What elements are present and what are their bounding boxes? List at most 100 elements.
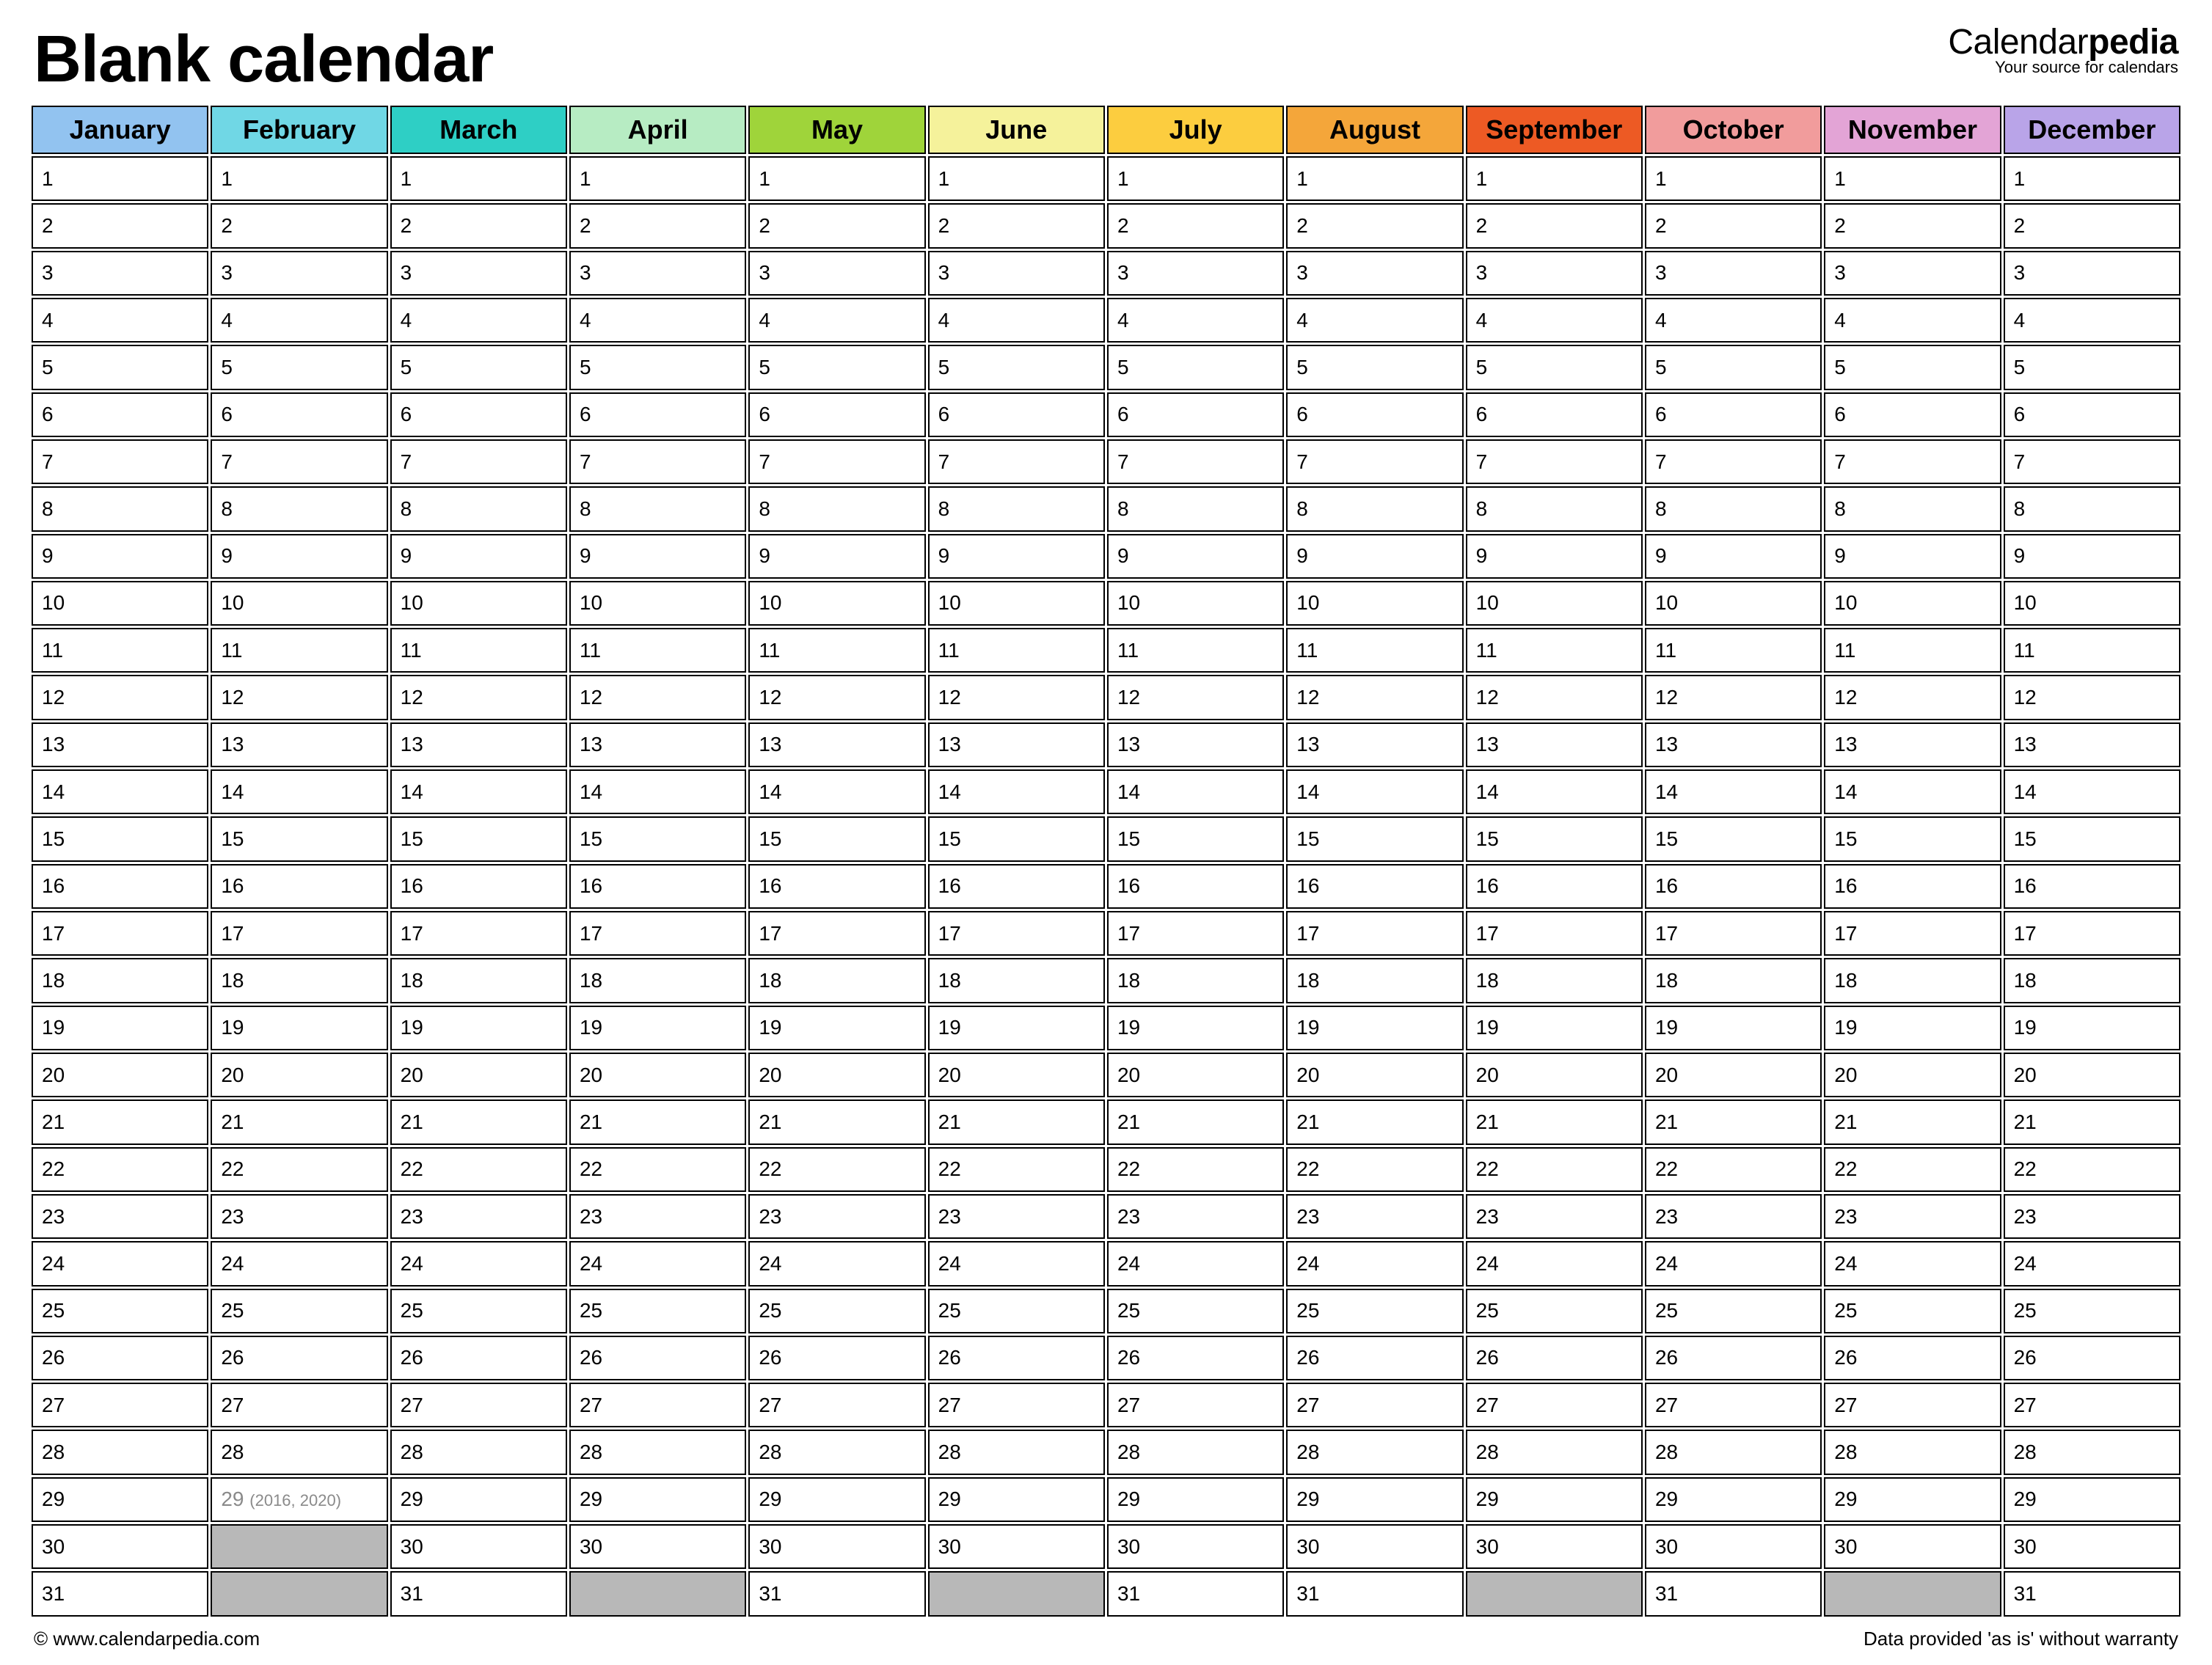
day-cell: 14 bbox=[2004, 769, 2180, 814]
day-cell: 12 bbox=[1466, 675, 1643, 720]
day-row: 222222222222 bbox=[32, 203, 2180, 248]
day-row: 272727272727272727272727 bbox=[32, 1383, 2180, 1427]
day-cell: 20 bbox=[1824, 1053, 2001, 1097]
month-header-july: July bbox=[1107, 106, 1284, 154]
day-cell: 17 bbox=[1824, 911, 2001, 956]
day-cell: 23 bbox=[2004, 1194, 2180, 1239]
day-cell: 16 bbox=[2004, 864, 2180, 909]
day-cell: 28 bbox=[1645, 1430, 1822, 1474]
day-cell: 28 bbox=[32, 1430, 208, 1474]
day-cell: 21 bbox=[2004, 1099, 2180, 1144]
day-cell: 29 bbox=[748, 1477, 925, 1522]
day-cell: 14 bbox=[32, 769, 208, 814]
day-cell: 10 bbox=[1286, 581, 1463, 626]
month-header-december: December bbox=[2004, 106, 2180, 154]
day-cell: 19 bbox=[1466, 1006, 1643, 1050]
page-title: Blank calendar bbox=[34, 22, 493, 98]
day-cell: 6 bbox=[928, 392, 1105, 437]
day-cell: 5 bbox=[390, 345, 567, 389]
day-cell: 27 bbox=[2004, 1383, 2180, 1427]
day-cell: 21 bbox=[569, 1099, 746, 1144]
day-cell: 8 bbox=[1107, 486, 1284, 531]
day-cell: 17 bbox=[748, 911, 925, 956]
month-header-august: August bbox=[1286, 106, 1463, 154]
day-cell: 1 bbox=[1645, 156, 1822, 201]
day-cell: 20 bbox=[211, 1053, 387, 1097]
day-cell: 25 bbox=[1466, 1289, 1643, 1333]
day-cell: 3 bbox=[569, 251, 746, 296]
day-cell: 8 bbox=[1466, 486, 1643, 531]
day-cell: 30 bbox=[1107, 1524, 1284, 1569]
day-cell: 30 bbox=[1466, 1524, 1643, 1569]
day-cell: 9 bbox=[1286, 534, 1463, 579]
day-cell: 11 bbox=[1286, 628, 1463, 673]
day-cell: 31 bbox=[32, 1571, 208, 1617]
day-cell: 6 bbox=[1107, 392, 1284, 437]
day-cell: 2 bbox=[1286, 203, 1463, 248]
day-cell: 4 bbox=[1286, 298, 1463, 343]
day-cell: 25 bbox=[1107, 1289, 1284, 1333]
day-cell: 20 bbox=[2004, 1053, 2180, 1097]
day-cell: 18 bbox=[2004, 958, 2180, 1003]
day-cell: 31 bbox=[390, 1571, 567, 1617]
day-cell: 14 bbox=[748, 769, 925, 814]
day-row: 999999999999 bbox=[32, 534, 2180, 579]
day-cell: 10 bbox=[928, 581, 1105, 626]
day-cell bbox=[569, 1571, 746, 1617]
day-cell: 9 bbox=[2004, 534, 2180, 579]
day-cell: 19 bbox=[1824, 1006, 2001, 1050]
day-cell: 9 bbox=[32, 534, 208, 579]
day-cell: 28 bbox=[1466, 1430, 1643, 1474]
day-cell: 29 bbox=[390, 1477, 567, 1522]
day-cell: 27 bbox=[748, 1383, 925, 1427]
day-cell: 26 bbox=[1824, 1336, 2001, 1380]
day-cell: 9 bbox=[1466, 534, 1643, 579]
day-cell: 23 bbox=[748, 1194, 925, 1239]
day-cell: 26 bbox=[928, 1336, 1105, 1380]
day-row: 181818181818181818181818 bbox=[32, 958, 2180, 1003]
day-cell: 29 bbox=[1286, 1477, 1463, 1522]
day-cell: 18 bbox=[1286, 958, 1463, 1003]
day-cell: 25 bbox=[928, 1289, 1105, 1333]
day-cell: 26 bbox=[1107, 1336, 1284, 1380]
month-header-november: November bbox=[1824, 106, 2001, 154]
day-cell: 23 bbox=[1466, 1194, 1643, 1239]
day-cell: 29 bbox=[1824, 1477, 2001, 1522]
day-cell: 3 bbox=[211, 251, 387, 296]
day-cell: 21 bbox=[748, 1099, 925, 1144]
day-cell: 17 bbox=[928, 911, 1105, 956]
day-cell: 4 bbox=[390, 298, 567, 343]
day-cell: 5 bbox=[1466, 345, 1643, 389]
day-cell: 11 bbox=[211, 628, 387, 673]
day-cell: 4 bbox=[1466, 298, 1643, 343]
day-cell: 22 bbox=[1466, 1147, 1643, 1192]
day-row: 333333333333 bbox=[32, 251, 2180, 296]
day-cell: 3 bbox=[1824, 251, 2001, 296]
day-cell: 6 bbox=[1466, 392, 1643, 437]
day-cell: 7 bbox=[390, 439, 567, 484]
day-cell: 9 bbox=[1824, 534, 2001, 579]
day-cell: 14 bbox=[569, 769, 746, 814]
day-cell: 12 bbox=[1286, 675, 1463, 720]
day-cell: 16 bbox=[928, 864, 1105, 909]
day-cell: 12 bbox=[928, 675, 1105, 720]
day-cell: 16 bbox=[569, 864, 746, 909]
day-cell: 11 bbox=[390, 628, 567, 673]
day-cell bbox=[1824, 1571, 2001, 1617]
day-cell: 29 bbox=[928, 1477, 1105, 1522]
day-cell: 18 bbox=[748, 958, 925, 1003]
day-cell: 13 bbox=[1824, 722, 2001, 767]
day-cell: 28 bbox=[390, 1430, 567, 1474]
footer-left: © www.calendarpedia.com bbox=[34, 1628, 260, 1650]
day-cell: 12 bbox=[32, 675, 208, 720]
day-cell: 29 bbox=[569, 1477, 746, 1522]
day-cell: 23 bbox=[211, 1194, 387, 1239]
day-cell: 14 bbox=[928, 769, 1105, 814]
day-cell: 28 bbox=[748, 1430, 925, 1474]
day-cell: 21 bbox=[1645, 1099, 1822, 1144]
day-cell: 25 bbox=[748, 1289, 925, 1333]
day-cell: 12 bbox=[211, 675, 387, 720]
day-cell: 13 bbox=[748, 722, 925, 767]
day-cell: 2 bbox=[928, 203, 1105, 248]
day-cell: 8 bbox=[928, 486, 1105, 531]
